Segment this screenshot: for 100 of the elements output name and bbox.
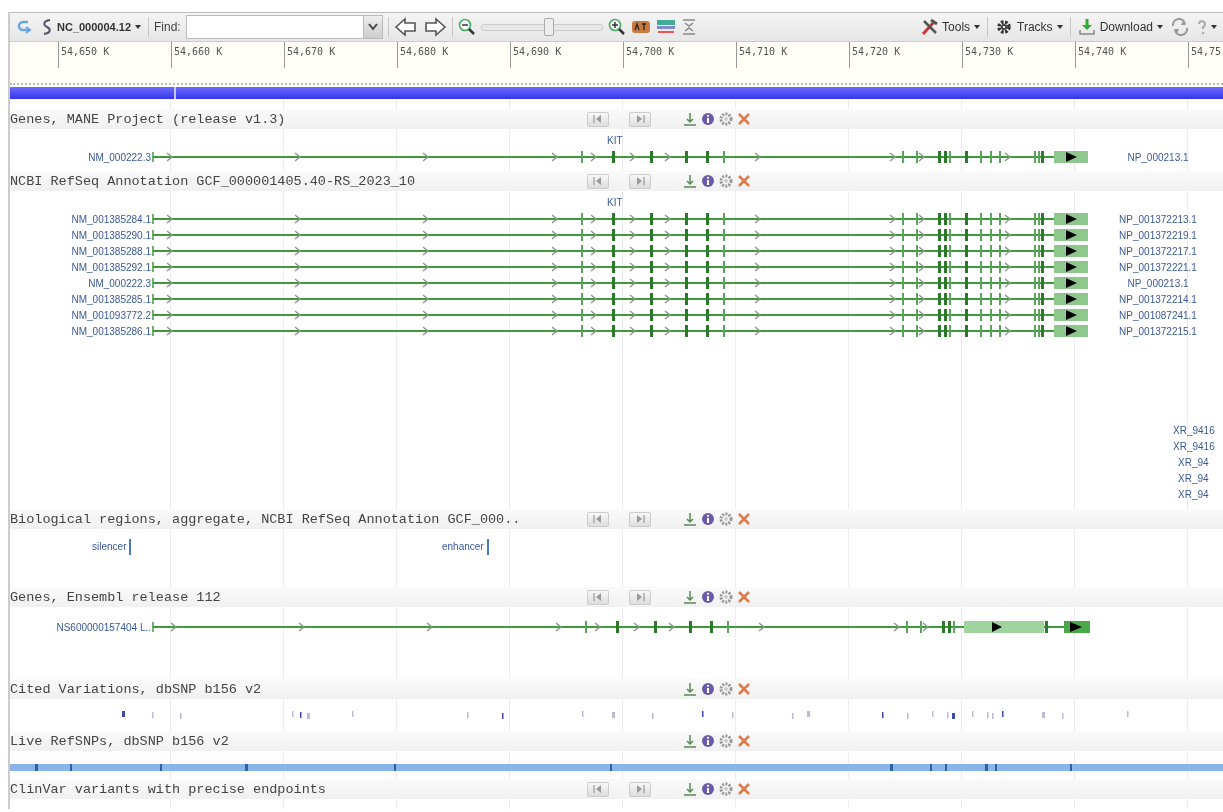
sequence-dropdown[interactable]: NC_000004.12 <box>39 18 143 36</box>
slider-thumb[interactable] <box>543 18 554 36</box>
transcript-label[interactable]: XR_94 <box>1178 471 1209 487</box>
transcript-label[interactable]: XR_94 <box>1178 487 1209 503</box>
transcript-label[interactable]: NM_000222.3 <box>10 277 152 289</box>
zoom-slider[interactable] <box>480 18 603 36</box>
sequence-icon[interactable] <box>630 18 651 36</box>
position-marker[interactable] <box>174 87 176 99</box>
previous-icon <box>593 515 603 523</box>
transcript-label[interactable]: NM_001093772.2 <box>10 309 152 321</box>
hammer-icon <box>920 18 939 36</box>
info-icon[interactable] <box>701 782 715 796</box>
settings-icon[interactable] <box>719 682 733 696</box>
right-arrow-icon[interactable] <box>422 17 447 37</box>
transcript-label[interactable]: XR_94 <box>1178 455 1209 471</box>
settings-icon[interactable] <box>719 782 733 796</box>
overview-bar[interactable] <box>10 87 1223 99</box>
zoom-in-icon[interactable] <box>607 18 626 36</box>
download-icon[interactable] <box>683 512 697 526</box>
transcript-label[interactable]: XR_9416 <box>1173 439 1215 455</box>
settings-icon[interactable] <box>719 112 733 126</box>
ruler-label: 54,740 K <box>1075 42 1188 68</box>
close-icon[interactable] <box>737 174 751 188</box>
close-icon[interactable] <box>737 590 751 604</box>
region-feature[interactable]: silencer <box>92 539 132 555</box>
close-icon[interactable] <box>737 682 751 696</box>
settings-icon[interactable] <box>719 512 733 526</box>
ruler-label: 54,700 K <box>623 42 736 68</box>
protein-label[interactable]: NP_001372221.1 <box>1116 261 1223 273</box>
next-page-button[interactable] <box>629 173 651 189</box>
previous-page-button[interactable] <box>587 589 609 605</box>
download-icon[interactable] <box>683 682 697 696</box>
settings-icon[interactable] <box>719 590 733 604</box>
info-icon[interactable] <box>701 512 715 526</box>
download-icon[interactable] <box>683 112 697 126</box>
track-title: Live RefSNPs, dbSNP b156 v2 <box>10 733 230 749</box>
info-icon[interactable] <box>701 590 715 604</box>
next-icon <box>635 515 645 523</box>
info-icon[interactable] <box>701 112 715 126</box>
close-icon[interactable] <box>737 112 751 126</box>
tracks-menu-button[interactable]: Tracks <box>993 18 1065 36</box>
tracks-layout-icon[interactable] <box>655 18 676 36</box>
help-button[interactable] <box>1195 19 1219 35</box>
previous-page-button[interactable] <box>587 511 609 527</box>
tools-menu-button[interactable]: Tools <box>918 18 983 36</box>
previous-icon <box>593 115 603 123</box>
protein-label[interactable]: NP_001372219.1 <box>1116 229 1223 241</box>
track-title: Genes, Ensembl release 112 <box>10 589 222 605</box>
info-icon[interactable] <box>701 174 715 188</box>
info-icon[interactable] <box>701 682 715 696</box>
settings-icon[interactable] <box>719 734 733 748</box>
next-icon <box>635 177 645 185</box>
previous-page-button[interactable] <box>587 173 609 189</box>
find-field[interactable] <box>185 15 383 39</box>
region-feature[interactable]: enhancer <box>442 539 489 555</box>
next-icon <box>635 115 645 123</box>
transcript-label[interactable]: NS600000157404 L.. <box>10 621 152 633</box>
close-icon[interactable] <box>737 782 751 796</box>
download-icon[interactable] <box>683 734 697 748</box>
chevron-down-icon <box>367 23 378 31</box>
protein-label[interactable]: NP_001372217.1 <box>1116 245 1223 257</box>
transcript-label[interactable]: NM_001385288.1 <box>10 245 152 257</box>
transcript-label[interactable]: NM_000222.3 <box>10 151 152 163</box>
left-arrow-icon[interactable] <box>393 17 418 37</box>
close-icon[interactable] <box>737 734 751 748</box>
protein-label[interactable]: NP_001372213.1 <box>1116 213 1223 225</box>
zoom-out-icon[interactable] <box>457 18 476 36</box>
transcript-label[interactable]: NM_001385286.1 <box>10 325 152 337</box>
transcript-label[interactable]: NM_001385290.1 <box>10 229 152 241</box>
protein-label[interactable]: NP_000213.1 <box>1124 277 1223 289</box>
protein-label[interactable]: NP_001372214.1 <box>1116 293 1223 305</box>
info-icon[interactable] <box>701 734 715 748</box>
protein-label[interactable]: NP_001372215.1 <box>1116 325 1223 337</box>
next-page-button[interactable] <box>629 589 651 605</box>
back-icon[interactable] <box>16 18 34 36</box>
previous-page-button[interactable] <box>587 111 609 127</box>
transcript-label[interactable]: NM_001385285.1 <box>10 293 152 305</box>
ruler-label: 54,710 K <box>736 42 849 68</box>
protein-label[interactable]: NP_001087241.1 <box>1116 309 1223 321</box>
transcript-label[interactable]: NM_001385284.1 <box>10 213 152 225</box>
ruler-label: 54,670 K <box>284 42 397 68</box>
collapse-icon[interactable] <box>680 18 697 36</box>
refresh-icon[interactable] <box>1170 18 1190 36</box>
previous-page-button[interactable] <box>587 781 609 797</box>
transcript-label[interactable]: XR_9416 <box>1173 423 1215 439</box>
protein-label[interactable]: NP_000213.1 <box>1124 151 1223 163</box>
download-menu-button[interactable]: Download <box>1075 18 1165 36</box>
download-icon[interactable] <box>683 782 697 796</box>
gear-icon <box>995 18 1014 36</box>
ruler-label: 54,75 <box>1188 42 1223 68</box>
close-icon[interactable] <box>737 512 751 526</box>
transcript-label[interactable]: NM_001385292.1 <box>10 261 152 273</box>
gene-label[interactable]: KIT <box>607 195 1223 211</box>
next-page-button[interactable] <box>629 111 651 127</box>
download-icon[interactable] <box>683 590 697 604</box>
next-page-button[interactable] <box>629 511 651 527</box>
gene-label[interactable]: KIT <box>607 133 1223 149</box>
next-page-button[interactable] <box>629 781 651 797</box>
download-icon[interactable] <box>683 174 697 188</box>
settings-icon[interactable] <box>719 174 733 188</box>
